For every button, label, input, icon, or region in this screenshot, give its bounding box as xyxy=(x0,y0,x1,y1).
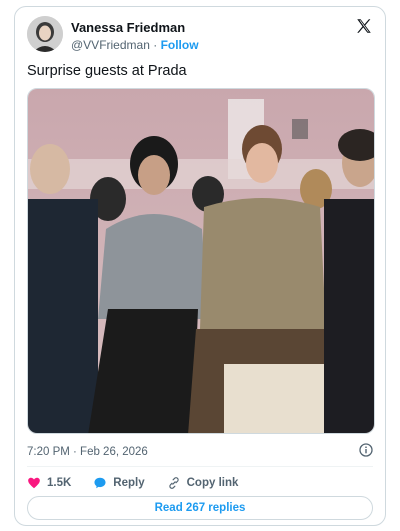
follow-button[interactable]: Follow xyxy=(161,38,199,52)
like-count: 1.5K xyxy=(47,477,72,489)
author-handle-row: @VVFriedman · Follow xyxy=(71,38,199,52)
divider xyxy=(27,466,373,467)
tweet-timestamp[interactable]: 7:20 PM · Feb 26, 2026 xyxy=(27,446,148,458)
separator-dot: · xyxy=(153,38,158,52)
action-bar: 1.5K Reply Copy link xyxy=(27,474,260,492)
read-replies-button[interactable]: Read 267 replies xyxy=(27,496,373,520)
reply-label: Reply xyxy=(113,477,145,489)
x-logo-icon[interactable] xyxy=(355,17,373,35)
reply-button[interactable]: Reply xyxy=(93,476,145,490)
author-handle[interactable]: @VVFriedman xyxy=(71,38,150,52)
author-avatar[interactable] xyxy=(27,16,63,52)
like-button[interactable]: 1.5K xyxy=(27,476,71,490)
heart-icon xyxy=(28,477,40,489)
copy-link-button[interactable]: Copy link xyxy=(167,476,239,490)
tweet-text: Surprise guests at Prada xyxy=(27,63,187,79)
tweet-card: Vanessa Friedman @VVFriedman · Follow Su… xyxy=(14,6,386,526)
reply-bubble-icon xyxy=(94,477,106,489)
author-name[interactable]: Vanessa Friedman xyxy=(71,20,185,35)
tweet-photo[interactable] xyxy=(27,88,375,434)
info-icon[interactable] xyxy=(359,443,373,457)
copy-link-label: Copy link xyxy=(186,477,239,489)
link-icon xyxy=(168,477,179,489)
